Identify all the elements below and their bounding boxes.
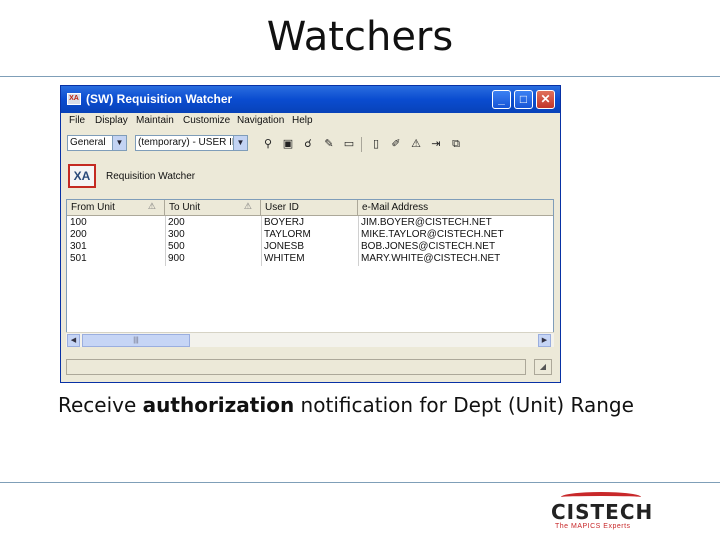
menu-customize[interactable]: Customize	[183, 115, 230, 126]
top-divider	[0, 76, 720, 77]
view-select-value: General	[70, 137, 106, 148]
menu-navigation[interactable]: Navigation	[237, 115, 284, 126]
xa-logo-icon: XA	[68, 164, 96, 188]
toolbar: General ▼ (temporary) - USER ID ▼ ⚲ ▣ ☌ …	[61, 132, 560, 156]
find-icon[interactable]: ▣	[281, 137, 295, 151]
slide-title: Watchers	[266, 14, 454, 60]
menu-display[interactable]: Display	[95, 115, 128, 126]
resize-grip-icon[interactable]: ◢	[534, 359, 552, 375]
edit-icon[interactable]: ✐	[389, 137, 403, 151]
cell-to-unit: 900	[168, 253, 185, 264]
minimize-button[interactable]: _	[492, 90, 511, 109]
column-label: e-Mail Address	[362, 202, 429, 213]
column-label: From Unit	[71, 202, 115, 213]
logo-tagline: The MAPICS Experts	[555, 523, 631, 530]
panel-label: Requisition Watcher	[106, 171, 196, 182]
column-header-email[interactable]: e-Mail Address	[358, 200, 553, 216]
scroll-left-icon[interactable]: ◀	[67, 334, 80, 347]
note-icon[interactable]: ✎	[322, 137, 336, 151]
column-label: To Unit	[169, 202, 201, 213]
export-icon[interactable]: ⇥	[429, 137, 443, 151]
requisition-watcher-window: XA (SW) Requisition Watcher _ □ ✕ File D…	[60, 85, 561, 383]
menu-bar: File Display Maintain Customize Navigati…	[61, 113, 560, 131]
window-title: (SW) Requisition Watcher	[86, 92, 233, 106]
column-label: User ID	[265, 202, 299, 213]
glasses-icon[interactable]: ☌	[301, 137, 315, 151]
properties-icon[interactable]: ⚠	[409, 137, 423, 151]
caption-text: notification for Dept (Unit) Range	[294, 393, 634, 417]
cell-email: MIKE.TAYLOR@CISTECH.NET	[361, 229, 504, 240]
cell-user-id: BOYERJ	[264, 217, 305, 228]
sort-icon: ⚠	[147, 201, 156, 211]
cistech-logo: CISTECH The MAPICS Experts	[551, 492, 661, 532]
cell-user-id: TAYLORM	[264, 229, 311, 240]
binoculars-icon[interactable]: ⚲	[261, 137, 275, 151]
menu-file[interactable]: File	[69, 115, 85, 126]
cell-to-unit: 500	[168, 241, 185, 252]
column-header-from-unit[interactable]: From Unit ⚠	[67, 200, 165, 216]
column-header-user-id[interactable]: User ID	[261, 200, 358, 216]
app-icon: XA	[67, 93, 81, 105]
menu-maintain[interactable]: Maintain	[136, 115, 174, 126]
bottom-divider	[0, 482, 720, 483]
copy-icon[interactable]: ⧉	[449, 137, 463, 151]
cell-to-unit: 300	[168, 229, 185, 240]
close-button[interactable]: ✕	[536, 90, 555, 109]
caption-text: Receive	[58, 393, 143, 417]
filter-select[interactable]: (temporary) - USER ID ▼	[135, 135, 248, 151]
cell-user-id: JONESB	[264, 241, 305, 252]
select-icon[interactable]: ▭	[342, 137, 356, 151]
filter-select-value: (temporary) - USER ID	[138, 137, 240, 148]
watcher-grid: From Unit ⚠ To Unit ⚠ User ID e-Mail Add…	[66, 199, 554, 347]
toolbar-separator	[361, 137, 362, 152]
chevron-down-icon[interactable]: ▼	[112, 136, 126, 150]
sort-icon: ⚠	[243, 201, 252, 211]
scroll-right-icon[interactable]: ▶	[538, 334, 551, 347]
scroll-thumb[interactable]: |||	[82, 334, 190, 347]
cell-email: BOB.JONES@CISTECH.NET	[361, 241, 496, 252]
view-select[interactable]: General ▼	[67, 135, 127, 151]
chevron-down-icon[interactable]: ▼	[233, 136, 247, 150]
column-header-to-unit[interactable]: To Unit ⚠	[165, 200, 261, 216]
new-icon[interactable]: ▯	[369, 137, 383, 151]
maximize-button[interactable]: □	[514, 90, 533, 109]
cell-from-unit: 501	[70, 253, 87, 264]
status-bar	[66, 359, 526, 375]
caption-emphasis: authorization	[142, 393, 295, 417]
cell-from-unit: 100	[70, 217, 87, 228]
cell-to-unit: 200	[168, 217, 185, 228]
slide-caption: Receive authorization notification for D…	[58, 393, 634, 417]
cell-email: MARY.WHITE@CISTECH.NET	[361, 253, 501, 264]
menu-help[interactable]: Help	[292, 115, 313, 126]
title-bar[interactable]: XA (SW) Requisition Watcher _ □ ✕	[61, 86, 560, 113]
horizontal-scrollbar[interactable]: ◀ ||| ▶	[66, 332, 554, 347]
cell-email: JIM.BOYER@CISTECH.NET	[361, 217, 492, 228]
logo-wordmark: CISTECH	[551, 500, 654, 524]
cell-from-unit: 200	[70, 229, 87, 240]
cell-user-id: WHITEM	[264, 253, 305, 264]
cell-from-unit: 301	[70, 241, 87, 252]
